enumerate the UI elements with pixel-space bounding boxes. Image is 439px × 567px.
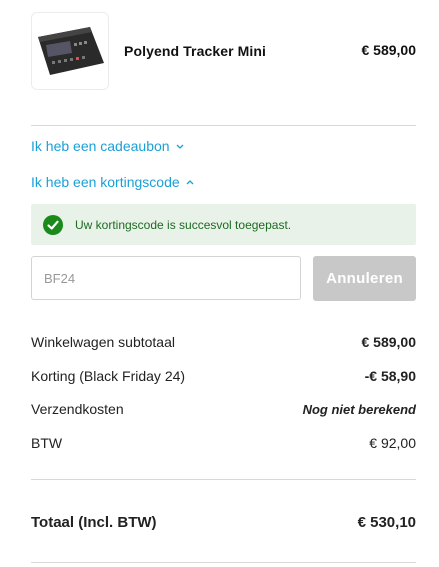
success-message: Uw kortingscode is succesvol toegepast. <box>75 217 292 232</box>
divider <box>31 125 416 126</box>
check-circle-icon <box>43 214 63 235</box>
chevron-up-icon <box>186 180 194 185</box>
total-label: Totaal (Incl. BTW) <box>31 514 157 531</box>
discount-code-toggle[interactable]: Ik heb een kortingscode <box>31 174 195 190</box>
total-value: € 530,10 <box>357 514 416 531</box>
divider <box>31 479 416 480</box>
discount-code-input[interactable] <box>31 256 301 300</box>
gift-card-toggle[interactable]: Ik heb een cadeaubon <box>31 138 185 154</box>
tracker-device-icon <box>38 27 104 75</box>
divider <box>31 562 416 563</box>
summary-label: Korting (Black Friday 24) <box>31 368 186 384</box>
summary-label: Verzendkosten <box>31 401 124 417</box>
summary-label: Winkelwagen subtotaal <box>31 334 175 350</box>
product-name: Polyend Tracker Mini <box>124 43 267 59</box>
cancel-discount-button[interactable]: Annuleren <box>313 256 416 301</box>
discount-code-label: Ik heb een kortingscode <box>31 174 180 190</box>
summary-value: Nog niet berekend <box>302 402 416 417</box>
product-price: € 589,00 <box>361 42 417 58</box>
chevron-down-icon <box>176 144 184 149</box>
summary-value: -€ 58,90 <box>364 368 416 384</box>
success-alert: Uw kortingscode is succesvol toegepast. <box>31 204 416 245</box>
summary-label: BTW <box>31 435 63 451</box>
cart-item: Polyend Tracker Mini € 589,00 <box>31 12 416 90</box>
summary-value: € 589,00 <box>361 334 417 350</box>
gift-card-label: Ik heb een cadeaubon <box>31 138 170 154</box>
product-image <box>31 12 109 90</box>
summary-value: € 92,00 <box>369 435 416 451</box>
